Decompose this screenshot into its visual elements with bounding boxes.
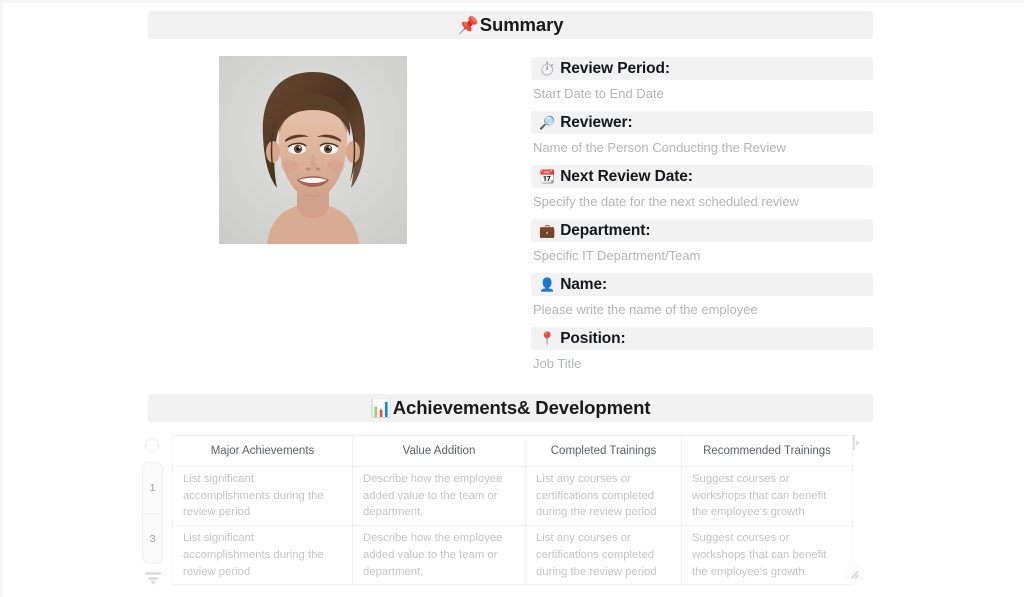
column-header-major-achievements[interactable]: Major Achievements xyxy=(172,435,353,467)
add-row-handle-bar xyxy=(145,572,161,575)
field-label-text: Name: xyxy=(560,275,608,293)
column-header-completed-trainings[interactable]: Completed Trainings xyxy=(525,435,682,467)
employee-photo-image xyxy=(219,56,407,244)
section-header-summary: 📌 Summary xyxy=(148,11,873,39)
select-all-rows-circle[interactable] xyxy=(145,438,159,452)
chevron-right-icon xyxy=(856,439,860,446)
field-label-text: Next Review Date: xyxy=(560,167,693,185)
field-label-reviewer: 🔎 Reviewer: xyxy=(531,111,873,134)
cell-recommended-trainings[interactable]: Suggest courses or workshops that can be… xyxy=(681,525,853,586)
table-row: List significant accomplishments during … xyxy=(172,465,853,527)
cell-completed-trainings[interactable]: List any courses or certifications compl… xyxy=(525,465,682,527)
employee-photo[interactable] xyxy=(219,56,407,244)
field-value-position[interactable]: Job Title xyxy=(531,350,873,375)
achievements-table-zone: 1 3 Major Achievements Value Addition Co… xyxy=(138,432,878,592)
performance-review-document: 📌 Summary ⏱️ Review Period: Start Date t… xyxy=(0,0,1024,597)
field-next-review-date: 📆 Next Review Date: Specify the date for… xyxy=(531,165,873,213)
achievements-table: Major Achievements Value Addition Comple… xyxy=(172,435,853,586)
field-label-review-period: ⏱️ Review Period: xyxy=(531,57,873,80)
field-label-text: Reviewer: xyxy=(560,113,633,131)
field-name: 👤 Name: Please write the name of the emp… xyxy=(531,273,873,321)
column-header-value-addition[interactable]: Value Addition xyxy=(352,435,526,467)
row-number-gutter: 1 3 xyxy=(142,462,163,564)
field-label-text: Position: xyxy=(560,329,626,347)
column-resize-handle[interactable] xyxy=(852,435,862,450)
section-title-summary: Summary xyxy=(479,14,564,35)
field-department: 💼 Department: Specific IT Department/Tea… xyxy=(531,219,873,267)
cell-recommended-trainings[interactable]: Suggest courses or workshops that can be… xyxy=(681,465,853,527)
column-header-recommended-trainings[interactable]: Recommended Trainings xyxy=(681,435,853,467)
cell-major-achievements[interactable]: List significant accomplishments during … xyxy=(172,525,353,586)
table-resize-grip[interactable] xyxy=(843,562,865,584)
field-value-review-period[interactable]: Start Date to End Date xyxy=(531,80,873,105)
briefcase-icon: 💼 xyxy=(539,223,556,238)
row-number[interactable]: 3 xyxy=(143,513,162,563)
pushpin-icon: 📌 xyxy=(457,15,479,35)
cell-value-addition[interactable]: Describe how the employee added value to… xyxy=(352,525,526,586)
add-row-handle-bar xyxy=(148,577,158,580)
field-value-department[interactable]: Specific IT Department/Team xyxy=(531,242,873,267)
add-row-handle[interactable] xyxy=(145,572,161,585)
bar-chart-icon: 📊 xyxy=(370,398,392,418)
section-header-achievements: 📊 Achievements& Development xyxy=(148,394,873,422)
field-value-name[interactable]: Please write the name of the employee xyxy=(531,296,873,321)
table-header-row: Major Achievements Value Addition Comple… xyxy=(172,435,853,467)
map-pin-icon: 📍 xyxy=(539,331,556,346)
cell-completed-trainings[interactable]: List any courses or certifications compl… xyxy=(525,525,682,586)
cell-major-achievements[interactable]: List significant accomplishments during … xyxy=(172,465,353,527)
field-label-next-review-date: 📆 Next Review Date: xyxy=(531,165,873,188)
field-label-text: Department: xyxy=(560,221,651,239)
field-review-period: ⏱️ Review Period: Start Date to End Date xyxy=(531,57,873,105)
field-label-text: Review Period: xyxy=(560,59,670,77)
field-label-name: 👤 Name: xyxy=(531,273,873,296)
field-value-reviewer[interactable]: Name of the Person Conducting the Review xyxy=(531,134,873,159)
table-row: List significant accomplishments during … xyxy=(172,525,853,586)
column-resize-line xyxy=(853,435,855,450)
row-number[interactable]: 1 xyxy=(143,463,162,513)
person-icon: 👤 xyxy=(539,277,556,292)
cell-value-addition[interactable]: Describe how the employee added value to… xyxy=(352,465,526,527)
magnifier-icon: 🔎 xyxy=(539,115,556,130)
field-reviewer: 🔎 Reviewer: Name of the Person Conductin… xyxy=(531,111,873,159)
calendar-icon: 📆 xyxy=(539,169,556,184)
field-label-position: 📍 Position: xyxy=(531,327,873,350)
section-title-achievements: Achievements& Development xyxy=(392,397,651,418)
summary-fields: ⏱️ Review Period: Start Date to End Date… xyxy=(531,57,873,381)
field-value-next-review-date[interactable]: Specify the date for the next scheduled … xyxy=(531,188,873,213)
chevron-down-icon xyxy=(150,580,156,585)
stopwatch-icon: ⏱️ xyxy=(539,61,556,76)
field-position: 📍 Position: Job Title xyxy=(531,327,873,375)
field-label-department: 💼 Department: xyxy=(531,219,873,242)
